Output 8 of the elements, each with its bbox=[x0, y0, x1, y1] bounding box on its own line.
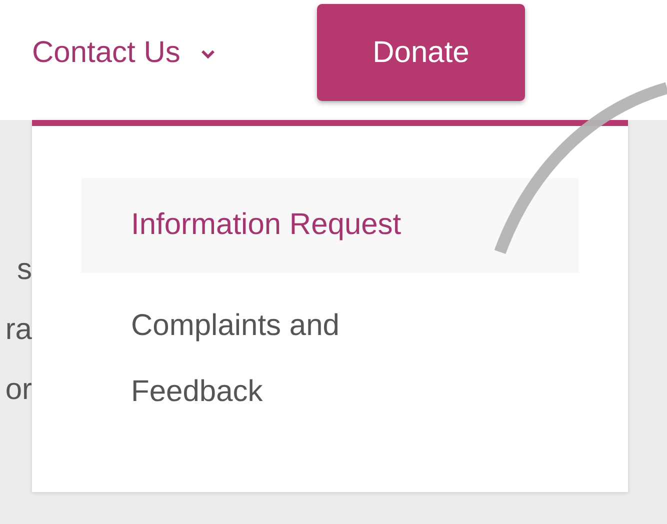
background-text: or bbox=[5, 373, 32, 407]
background-text: ra bbox=[5, 313, 32, 347]
background-text: s bbox=[17, 253, 32, 287]
chevron-down-icon bbox=[200, 48, 216, 60]
contact-us-menu[interactable]: Contact Us bbox=[32, 36, 317, 70]
menu-item[interactable]: Information Request bbox=[81, 178, 579, 273]
donate-button[interactable]: Donate bbox=[317, 4, 525, 101]
menu-item[interactable]: Complaints and Feedback bbox=[81, 279, 579, 440]
